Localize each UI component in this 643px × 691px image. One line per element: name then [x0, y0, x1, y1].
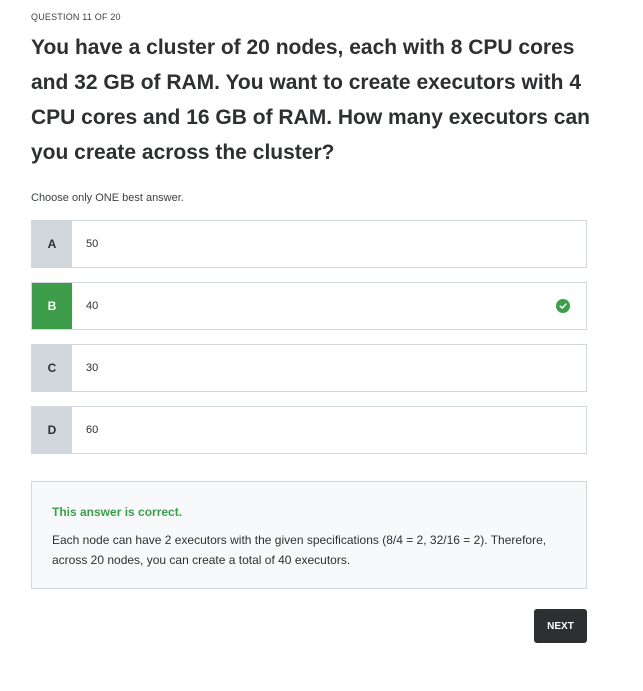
option-text: 60	[86, 424, 99, 436]
answer-option-a[interactable]: A 50	[31, 220, 587, 268]
option-letter: B	[32, 283, 72, 329]
option-letter: C	[32, 345, 72, 391]
option-text: 40	[86, 300, 99, 312]
check-circle-icon	[556, 299, 570, 313]
option-text: 30	[86, 362, 99, 374]
question-counter: QUESTION 11 OF 20	[31, 12, 121, 22]
feedback-title: This answer is correct.	[52, 505, 183, 519]
feedback-panel: This answer is correct. Each node can ha…	[31, 481, 587, 589]
question-text: You have a cluster of 20 nodes, each wit…	[31, 36, 590, 164]
answer-instruction: Choose only ONE best answer.	[31, 192, 184, 204]
option-text: 50	[86, 238, 99, 250]
option-letter: A	[32, 221, 72, 267]
answer-option-b[interactable]: B 40	[31, 282, 587, 330]
next-button[interactable]: NEXT	[534, 609, 587, 643]
feedback-explanation: Each node can have 2 executors with the …	[52, 533, 547, 567]
answer-option-c[interactable]: C 30	[31, 344, 587, 392]
option-letter: D	[32, 407, 72, 453]
answer-option-d[interactable]: D 60	[31, 406, 587, 454]
